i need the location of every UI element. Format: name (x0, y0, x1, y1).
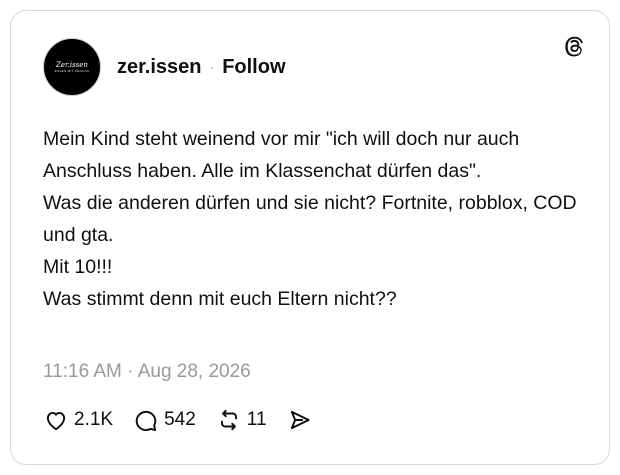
reply-count: 542 (164, 409, 196, 430)
post-timestamp[interactable]: 11:16 AM · Aug 28, 2026 (43, 361, 251, 383)
post-text: Mein Kind steht weinend vor mir "ich wil… (43, 128, 577, 310)
avatar[interactable]: Zer.issen ESSEN MIT GENUSS (43, 38, 101, 96)
repost-count: 11 (246, 409, 267, 430)
comment-icon (135, 410, 157, 432)
avatar-logo-text: Zer.issen (56, 61, 88, 69)
username[interactable]: zer.issen (117, 56, 202, 79)
threads-logo-icon[interactable] (561, 33, 587, 59)
repost-icon (220, 409, 237, 431)
post-actions: 2.1K 542 11 (43, 407, 333, 433)
follow-button[interactable]: Follow (222, 56, 285, 79)
post-header: Zer.issen ESSEN MIT GENUSS zer.issen · F… (43, 38, 286, 96)
avatar-logo-subtext: ESSEN MIT GENUSS (54, 69, 90, 73)
separator-dot: · (209, 59, 215, 75)
threads-post-card: Zer.issen ESSEN MIT GENUSS zer.issen · F… (10, 10, 610, 465)
share-button[interactable] (287, 407, 313, 433)
share-icon (290, 410, 310, 430)
reply-button[interactable]: 542 (133, 407, 196, 433)
like-button[interactable]: 2.1K (43, 407, 113, 433)
repost-button[interactable]: 11 (216, 407, 267, 433)
like-count: 2.1K (74, 409, 114, 430)
heart-icon (46, 411, 66, 431)
